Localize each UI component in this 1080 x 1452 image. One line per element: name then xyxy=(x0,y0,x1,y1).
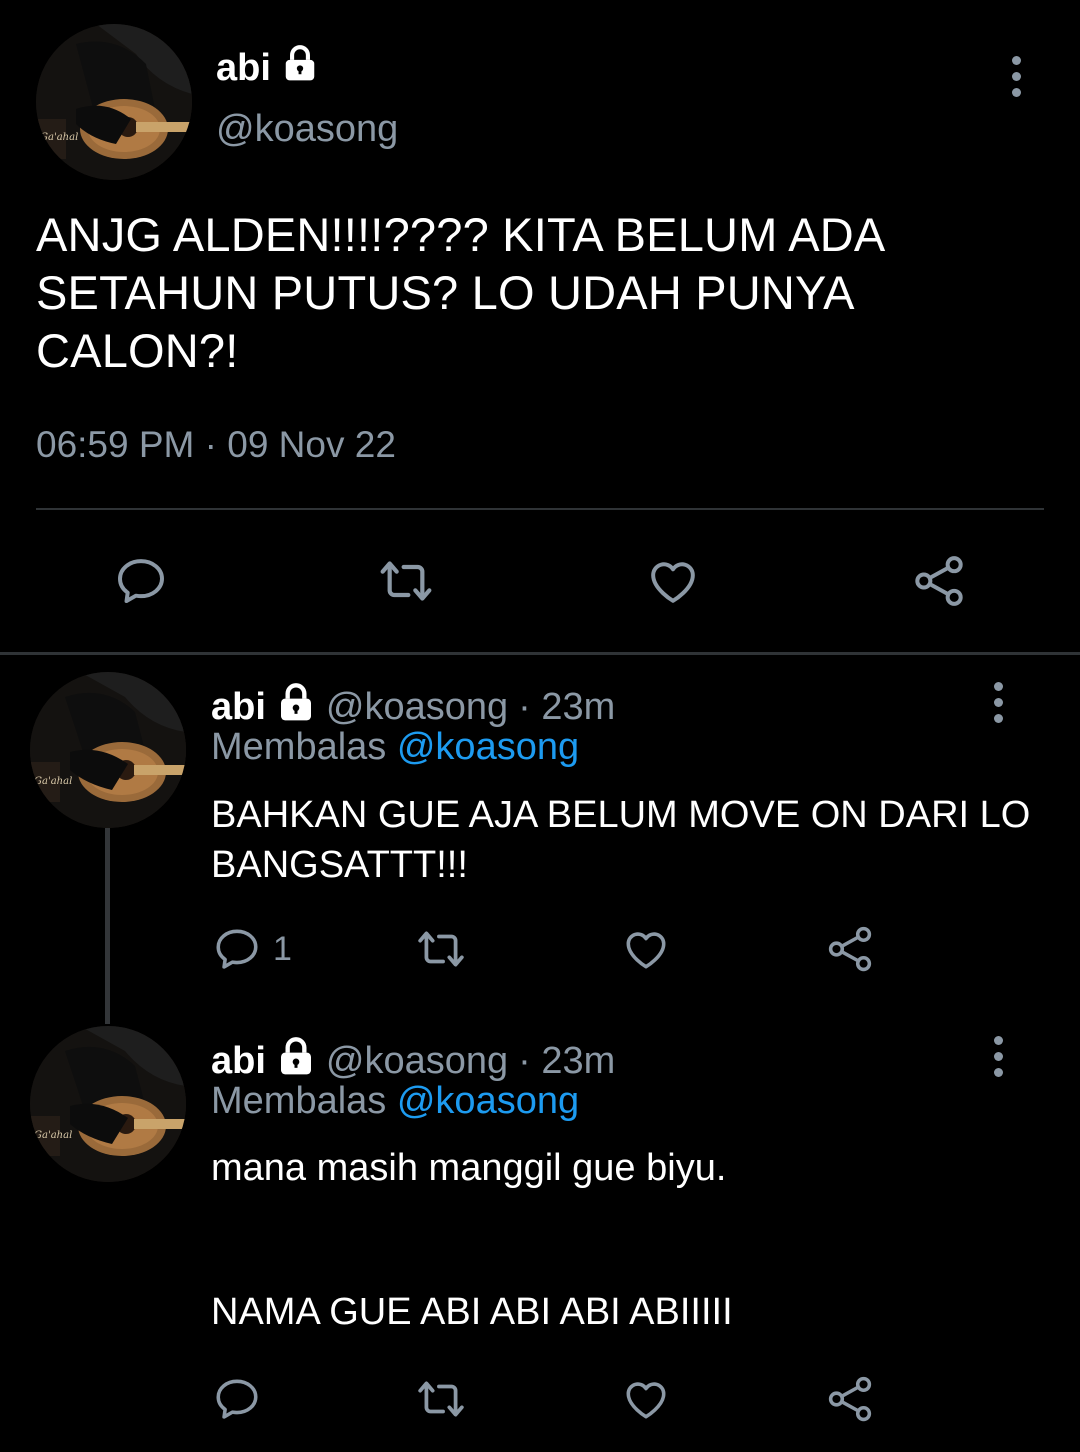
heart-icon xyxy=(626,1382,666,1419)
reply-text: BAHKAN GUE AJA BELUM MOVE ON DARI LO BAN… xyxy=(211,794,1031,886)
protected-lock-icon xyxy=(281,44,319,92)
reply-count: 1 xyxy=(273,929,292,968)
reply-time[interactable]: · 23m xyxy=(518,686,615,729)
tweet-text: ANJG ALDEN!!!!???? KITA BELUM ADA SETAHU… xyxy=(36,208,883,377)
reply-button[interactable] xyxy=(112,553,170,609)
protected-lock-icon xyxy=(276,1036,316,1086)
reply-icon xyxy=(216,1379,258,1419)
replying-label: Membalas xyxy=(211,1080,387,1122)
guitar-avatar-image: Ga'ahal xyxy=(30,672,186,828)
retweet-icon xyxy=(418,1381,464,1417)
display-name-text: abi xyxy=(216,46,271,89)
reply-button[interactable] xyxy=(211,1374,263,1424)
replying-to: Membalas @koasong xyxy=(211,726,579,769)
share-button[interactable] xyxy=(910,553,968,609)
share-icon xyxy=(828,926,872,972)
replying-label: Membalas xyxy=(211,726,387,768)
retweet-button[interactable] xyxy=(372,553,440,609)
retweet-button[interactable] xyxy=(410,1374,472,1424)
heart-icon xyxy=(626,932,666,969)
like-button[interactable] xyxy=(644,553,702,609)
thread-connector xyxy=(105,828,110,1024)
protected-lock-icon xyxy=(276,682,316,732)
tweet-timestamp[interactable]: 06:59 PM · 09 Nov 22 xyxy=(36,424,396,466)
mention-link[interactable]: @koasong xyxy=(397,1080,579,1122)
more-options-icon[interactable] xyxy=(994,1036,1003,1077)
user-handle[interactable]: @koasong xyxy=(216,108,398,151)
guitar-avatar-image: Ga'ahal xyxy=(30,1026,186,1182)
reply-text: mana masih manggil gue biyu. NAMA GUE AB… xyxy=(211,1147,733,1333)
avatar[interactable]: Ga'ahal xyxy=(30,672,186,828)
mention-link[interactable]: @koasong xyxy=(397,726,579,768)
retweet-icon xyxy=(418,931,464,967)
replying-to: Membalas @koasong xyxy=(211,1080,579,1123)
heart-icon xyxy=(651,562,695,603)
user-handle[interactable]: @koasong xyxy=(326,1040,508,1083)
section-divider xyxy=(0,652,1080,655)
like-button[interactable] xyxy=(620,1374,672,1424)
reply-time[interactable]: · 23m xyxy=(518,1040,615,1083)
more-options-icon[interactable] xyxy=(994,682,1003,723)
display-name[interactable]: abi xyxy=(216,44,319,92)
share-icon xyxy=(915,556,963,606)
divider xyxy=(36,508,1044,510)
more-options-icon[interactable] xyxy=(1012,56,1021,97)
user-handle[interactable]: @koasong xyxy=(326,686,508,729)
svg-text:Ga'ahal: Ga'ahal xyxy=(40,132,78,143)
main-tweet: Ga'ahal abi @koasong ANJG ALDEN!!!!???? … xyxy=(0,0,1080,652)
reply-icon xyxy=(216,929,258,969)
reply-header: abi @koasong · 23m xyxy=(211,1036,615,1086)
display-name[interactable]: abi xyxy=(211,686,266,729)
avatar[interactable]: Ga'ahal xyxy=(36,24,192,180)
share-button[interactable] xyxy=(824,924,876,974)
reply-header: abi @koasong · 23m xyxy=(211,682,615,732)
reply-button[interactable]: 1 xyxy=(211,924,292,974)
share-button[interactable] xyxy=(824,1374,876,1424)
guitar-avatar-image: Ga'ahal xyxy=(36,24,192,180)
svg-text:Ga'ahal: Ga'ahal xyxy=(34,776,72,787)
like-button[interactable] xyxy=(620,924,672,974)
svg-text:Ga'ahal: Ga'ahal xyxy=(34,1130,72,1141)
retweet-button[interactable] xyxy=(410,924,472,974)
avatar[interactable]: Ga'ahal xyxy=(30,1026,186,1182)
tweet-thread-page: Ga'ahal abi @koasong ANJG ALDEN!!!!???? … xyxy=(0,0,1080,1452)
retweet-icon xyxy=(380,561,432,601)
share-icon xyxy=(828,1376,872,1422)
display-name[interactable]: abi xyxy=(211,1040,266,1083)
reply-icon xyxy=(118,559,164,604)
